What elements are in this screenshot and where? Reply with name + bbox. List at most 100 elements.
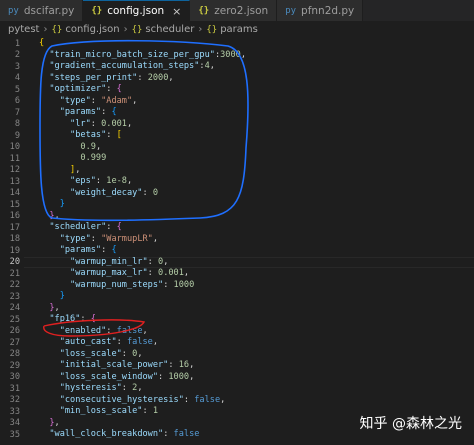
code-line-23: } [59,291,65,301]
code-line-32: "consecutive_hysteresis": false, [59,394,226,405]
line-number: 27 [9,337,20,348]
json-file-icon: {} [198,5,210,16]
line-number: 31 [9,383,20,394]
code-line-34: }, [49,417,60,428]
close-icon[interactable]: × [172,5,181,18]
tab-label: zero2.json [214,4,269,17]
code-line-3: "gradient_accumulation_steps":4, [49,61,215,71]
tab-label: config.json [107,5,165,17]
breadcrumb-root[interactable]: pytest [8,24,39,35]
line-number-row: 16 [0,211,474,223]
line-number: 12 [9,165,20,176]
tab-label: dscifar.py [23,4,75,17]
code-line-35: "wall_clock_breakdown": false [49,429,200,439]
line-number: 2 [14,50,20,61]
line-number: 19 [9,245,20,256]
line-number: 18 [9,234,20,245]
line-number-row: 23 [0,291,474,303]
line-number: 3 [14,61,20,72]
line-number: 4 [14,73,20,84]
code-line-28: "loss_scale": 0, [59,348,143,359]
code-line-14: "weight_decay": 0 [70,187,159,198]
code-line-6: "type": "Adam", [59,95,138,106]
code-line-2: "train_micro_batch_size_per_gpu":3000, [49,49,247,60]
line-number: 20 [9,257,20,268]
code-line-9: "betas": [ [70,130,122,140]
code-line-16: }, [49,210,60,221]
code-line-8: "lr": 0.001, [70,118,133,129]
code-line-5: "optimizer": { [49,84,122,94]
code-editor[interactable]: 1 2 3 4 5 6 7 8 9 10 11 12 13 14 15 16 17 18 19 20 21 22 23 24 2… [0,38,474,445]
json-object-icon: {} [131,24,143,35]
code-line-13: "eps": 1e-8, [70,176,133,186]
line-number: 15 [9,199,20,210]
tab-config-json[interactable]: {} config.json × [83,0,191,21]
line-number: 5 [14,84,20,95]
breadcrumb-params[interactable]: params [220,24,258,35]
json-object-icon: {} [206,24,218,35]
code-line-17: "scheduler": { [49,222,122,232]
chevron-right-icon: › [123,24,128,35]
tab-bar: py dscifar.py {} config.json × {} zero2.… [0,0,474,21]
line-number: 14 [9,188,20,199]
code-line-33: "min_loss_scale": 1 [59,406,159,416]
line-number: 35 [9,429,20,440]
code-line-26: "enabled": false, [59,325,148,336]
code-line-27: "auto_cast": false, [59,337,159,347]
code-line-21: "warmup_max_lr": 0.001, [70,268,190,278]
json-file-icon: {} [51,24,63,35]
tab-label: pfnn2d.py [301,4,355,17]
line-number: 25 [9,314,20,325]
line-number: 7 [14,107,20,118]
line-number: 32 [9,395,20,406]
code-line-10: 0.9, [80,141,102,152]
code-line-18: "type": "WarmupLR", [59,233,159,244]
code-line-19: "params": { [59,245,117,255]
line-number-row: 1 [0,38,474,50]
json-file-icon: {} [91,6,103,16]
line-number: 9 [14,130,20,141]
line-number: 11 [9,153,20,164]
code-line-29: "initial_scale_power": 16, [59,360,195,370]
code-line-30: "loss_scale_window": 1000, [59,371,195,382]
line-number: 17 [9,222,20,233]
line-number: 34 [9,418,20,429]
line-number: 10 [9,142,20,153]
line-number: 33 [9,406,20,417]
line-number: 29 [9,360,20,371]
line-number: 22 [9,280,20,291]
code-line-31: "hysteresis": 2, [59,383,143,393]
line-number: 24 [9,303,20,314]
tab-dscifar[interactable]: py dscifar.py [0,0,84,21]
line-number: 8 [14,119,20,130]
python-file-icon: py [285,5,297,16]
chevron-right-icon: › [198,24,203,35]
watermark: 知乎 @森林之光 [360,413,462,433]
line-number: 6 [14,96,20,107]
line-number-row: 15 [0,199,474,211]
python-file-icon: py [8,5,19,16]
breadcrumb-file[interactable]: config.json [65,24,119,35]
breadcrumb-scheduler[interactable]: scheduler [145,24,194,35]
line-number: 1 [14,38,20,49]
tab-zero2-json[interactable]: {} zero2.json [190,0,278,21]
breadcrumb: pytest › {} config.json › {} scheduler ›… [0,21,474,38]
code-line-15: } [59,199,65,209]
tab-pfnn2d[interactable]: py pfnn2d.py [277,0,364,21]
code-line-1: { [39,38,45,48]
code-line-22: "warmup_num_steps": 1000 [70,279,195,290]
line-number: 13 [9,176,20,187]
watermark-text: 知乎 @森林之光 [359,416,462,432]
line-number: 30 [9,372,20,383]
line-number: 21 [9,268,20,279]
code-line-20: "warmup_min_lr": 0, [70,256,169,267]
code-line-12: ], [70,164,81,175]
line-number: 28 [9,349,20,360]
line-number: 23 [9,291,20,302]
line-number-row: 24 [0,303,474,315]
code-line-7: "params": { [59,107,117,117]
code-line-25: "fp16": { [49,314,96,324]
code-line-4: "steps_per_print": 2000, [49,72,174,83]
code-line-11: 0.999 [80,153,107,163]
chevron-right-icon: › [43,24,48,35]
